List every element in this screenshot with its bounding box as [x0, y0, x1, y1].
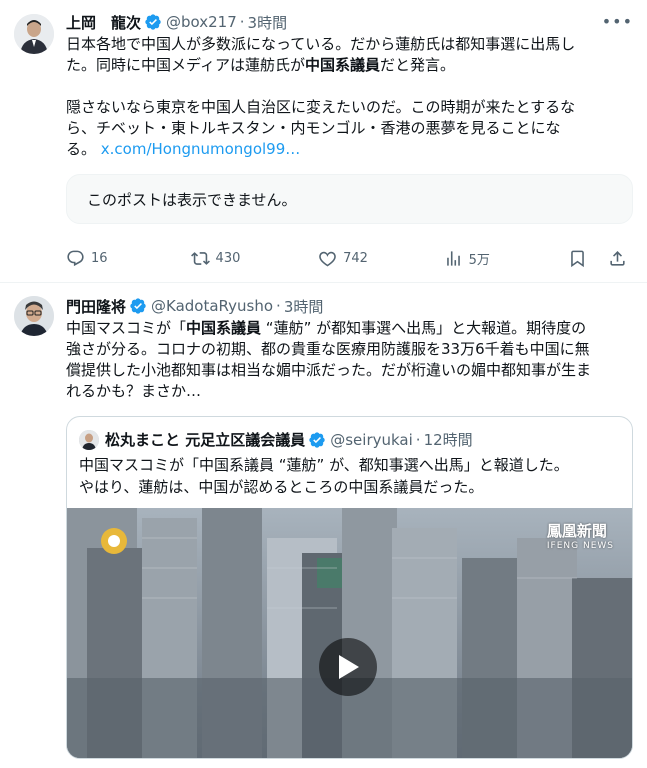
post-header: 門田隆将 @KadotaRyusho · 3時間	[66, 296, 633, 316]
verified-badge-icon	[309, 431, 325, 448]
channel-logo-icon	[97, 526, 131, 556]
post-1[interactable]: 上岡 龍次 @box217 · 3時間 ••• 日本各地で中国人が多数派になって…	[0, 0, 647, 283]
separator-dot: ·	[415, 430, 421, 449]
post-text: 中国マスコミが「中国系議員 “蓮舫” が都知事選へ出馬」と大報道。期待度の 強さが…	[66, 318, 633, 402]
views-count: 5万	[468, 252, 490, 268]
quote-time: 12時間	[423, 431, 473, 449]
post-time[interactable]: 3時間	[248, 12, 288, 33]
text-line: 中国マスコミが「中国系議員 “蓮舫” が、都知事選へ出馬」と報道した。	[79, 456, 569, 474]
text-line: やはり、蓮舫は、中国が認めるところの中国系議員だった。	[79, 478, 484, 496]
text-span: だと発言。	[379, 56, 455, 74]
separator-dot: ·	[239, 13, 245, 31]
bookmark-icon	[571, 250, 584, 267]
reply-button[interactable]: 16	[66, 249, 191, 268]
reply-icon	[67, 250, 84, 266]
media-logo-subtext: IFENG NEWS	[546, 541, 614, 551]
text-line: ら、チベット・東トルキスタン・内モンゴル・香港の悪夢を見ることにな	[66, 119, 561, 137]
text-line: る。 x.com/Hongnumongol99…	[66, 139, 633, 160]
text-line: 中国マスコミが「中国系議員 “蓮舫” が都知事選へ出馬」と大報道。期待度の	[66, 318, 633, 339]
text-line: た。同時に中国メディアは蓮舫氏が中国系議員だと発言。	[66, 55, 633, 76]
post-text: 日本各地で中国人が多数派になっている。だから蓮舫氏は都知事選に出馬し た。同時に中…	[66, 34, 633, 160]
author-handle[interactable]: @KadotaRyusho	[151, 297, 273, 315]
like-icon	[319, 251, 336, 266]
bold-text: 中国系議員	[186, 319, 262, 337]
share-icon	[610, 250, 625, 266]
quote-author-handle: @seiryukai	[330, 430, 413, 449]
share-button[interactable]	[608, 249, 633, 268]
external-link[interactable]: x.com/Hongnumongol99…	[101, 140, 300, 158]
separator-dot: ·	[276, 297, 281, 315]
text-line: 償提供した小池都知事は相当な媚中派だった。だが桁違いの媚中都知事が生ま	[66, 361, 592, 379]
repost-count: 430	[215, 250, 241, 266]
avatar[interactable]	[14, 14, 54, 54]
more-icon[interactable]: •••	[602, 12, 633, 31]
post-2[interactable]: 門田隆将 @KadotaRyusho · 3時間 中国マスコミが「中国系議員 “…	[0, 283, 647, 768]
like-count: 742	[343, 250, 368, 266]
play-icon	[339, 655, 359, 679]
post-header: 上岡 龍次 @box217 · 3時間	[66, 12, 633, 32]
avatar[interactable]	[14, 296, 54, 336]
author-name[interactable]: 門田隆将	[66, 296, 126, 317]
bold-text: 中国系議員	[304, 56, 380, 74]
text-span: 中国マスコミが「	[66, 319, 187, 337]
verified-badge-icon	[145, 14, 161, 30]
video-media[interactable]: 鳳凰新聞 IFENG NEWS	[67, 508, 632, 758]
verified-badge-icon	[130, 298, 146, 314]
author-handle[interactable]: @box217	[166, 13, 237, 31]
bookmark-button[interactable]	[568, 249, 608, 268]
text-span: “蓮舫” が都知事選へ出馬」と大報道。期待度の	[261, 319, 587, 337]
text-span: た。同時に中国メディアは蓮舫氏が	[66, 56, 305, 74]
text-line: 日本各地で中国人が多数派になっている。だから蓮舫氏は都知事選に出馬し	[66, 35, 576, 53]
text-line: 隠さないなら東京を中国人自治区に変えたいのだ。この時期が来たとするな	[66, 98, 576, 116]
views-button[interactable]: 5万	[444, 249, 569, 268]
text-line: 強さが分る。コロナの初期、都の貴重な医療用防護服を33万6千着も中国に無	[66, 340, 590, 358]
quote-author-name: 松丸まこと 元足立区議会議員	[105, 431, 306, 449]
media-logo-text: 鳳凰新聞	[546, 522, 607, 540]
post-time[interactable]: 3時間	[284, 296, 324, 317]
reply-count: 16	[91, 250, 108, 266]
ifeng-news-logo: 鳳凰新聞 IFENG NEWS	[547, 520, 614, 551]
like-button[interactable]: 742	[318, 249, 444, 268]
quoted-post[interactable]: 松丸まこと 元足立区議会議員 @seiryukai · 12時間 中国マスコミが…	[66, 416, 633, 759]
quote-avatar	[79, 429, 99, 450]
text-span: る。	[66, 140, 101, 158]
quote-header: 松丸まこと 元足立区議会議員 @seiryukai · 12時間	[67, 417, 632, 450]
views-icon	[446, 250, 460, 266]
text-line: れるかも？まさか…	[66, 382, 202, 400]
repost-icon	[190, 251, 210, 265]
unavailable-post-notice: このポストは表示できません。	[66, 174, 633, 224]
quote-text: 中国マスコミが「中国系議員 “蓮舫” が、都知事選へ出馬」と報道した。 やはり、…	[67, 450, 632, 508]
action-bar: 16 430 742 5万	[66, 243, 633, 273]
author-name[interactable]: 上岡 龍次	[66, 12, 141, 33]
repost-button[interactable]: 430	[190, 249, 319, 268]
play-button[interactable]	[319, 638, 377, 696]
